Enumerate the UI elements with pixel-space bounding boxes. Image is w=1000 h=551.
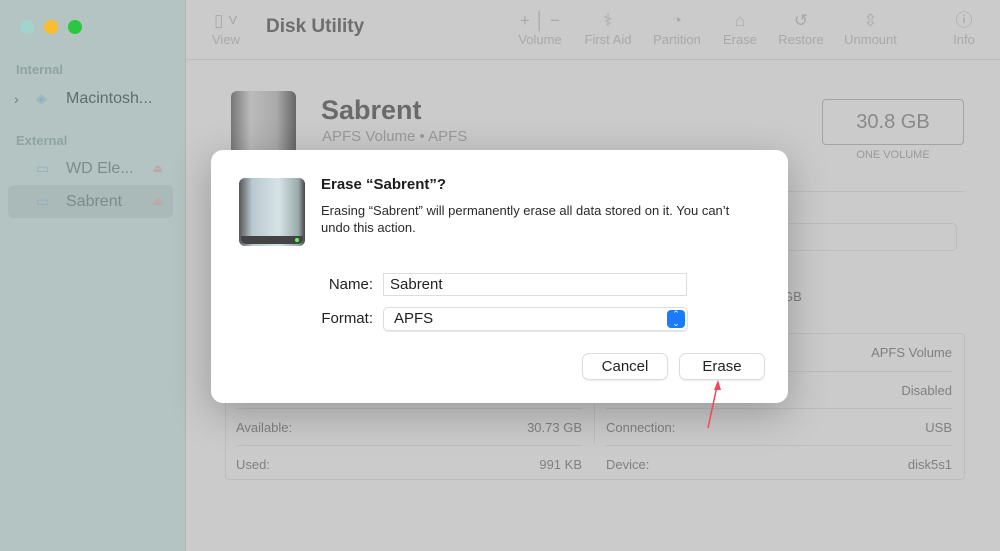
detail-label: Available: <box>236 419 293 435</box>
erase-button[interactable]: Erase <box>680 354 764 379</box>
name-label: Name: <box>328 276 373 293</box>
info-button[interactable]: ⓘ Info <box>950 10 978 47</box>
window-controls <box>20 20 82 34</box>
detail-value: USB <box>925 419 952 435</box>
dialog-title: Erase “Sabrent”? <box>321 176 447 193</box>
sidebar-item-label: Macintosh... <box>66 89 153 107</box>
layers-icon: ◈ <box>36 90 47 106</box>
detail-row: Connection: USB <box>606 408 952 445</box>
annotation-arrow <box>707 380 721 429</box>
erase-button-toolbar[interactable]: ⌂ Erase <box>722 10 758 47</box>
detail-value: 991 KB <box>539 456 582 472</box>
sidebar: Internal › ◈ Macintosh... External ▭ WD … <box>0 0 186 551</box>
eject-icon[interactable]: ⏏ <box>153 195 163 208</box>
unmount-label: Unmount <box>844 32 897 47</box>
restore-icon: ↺ <box>793 11 809 30</box>
cancel-button[interactable]: Cancel <box>583 354 667 379</box>
volume-label: Volume <box>518 32 562 47</box>
erase-dialog: Erase “Sabrent”? Erasing “Sabrent” will … <box>211 150 788 403</box>
sidebar-item-sabrent[interactable]: ▭ Sabrent ⏏ <box>8 185 173 218</box>
restore-label: Restore <box>778 32 824 47</box>
stethoscope-icon: ⚕ <box>603 11 613 30</box>
unmount-icon: ⇳ <box>863 11 878 30</box>
detail-row: Available: 30.73 GB <box>236 408 582 445</box>
pie-chart-icon: ◔ <box>671 11 683 30</box>
format-label: Format: <box>321 310 373 327</box>
view-label: View <box>212 32 240 47</box>
volume-size-label: ONE VOLUME <box>856 149 930 161</box>
drive-led <box>295 238 299 242</box>
divider <box>785 191 965 192</box>
minimize-button[interactable] <box>44 20 58 34</box>
detail-value: disk5s1 <box>907 456 952 472</box>
sidebar-item-label: WD Ele... <box>66 159 134 177</box>
view-button[interactable]: ▯ ˅ View <box>212 10 240 47</box>
drive-icon: ▭ <box>36 160 50 176</box>
section-external: External <box>16 133 68 148</box>
volume-button[interactable]: + │ − Volume <box>516 10 564 47</box>
dialog-message: Erasing “Sabrent” will permanently erase… <box>321 203 730 235</box>
detail-value: APFS Volume <box>871 345 952 360</box>
detail-label: Device: <box>606 456 650 472</box>
eject-icon[interactable]: ⏏ <box>153 162 163 175</box>
zoom-button[interactable] <box>68 20 82 34</box>
detail-label: Connection: <box>606 419 676 435</box>
sidebar-item-label: Sabrent <box>66 192 123 210</box>
detail-label: Used: <box>236 456 270 472</box>
erase-label: Erase <box>723 32 757 47</box>
drive-image <box>239 178 305 246</box>
format-select[interactable]: APFS ⌃ ⌄ <box>383 307 688 331</box>
plus-minus-icon: + │ − <box>520 11 560 30</box>
restore-button[interactable]: ↺ Restore <box>777 10 825 47</box>
first-aid-label: First Aid <box>584 32 632 47</box>
sidebar-item-wd[interactable]: ▭ WD Ele... ⏏ <box>8 152 173 185</box>
sidebar-toggle-icon: ▯ ˅ <box>213 11 238 30</box>
partition-button[interactable]: ◔ Partition <box>650 10 704 47</box>
chevron-up-down-icon: ⌃ ⌄ <box>667 310 685 328</box>
info-label: Info <box>953 32 975 47</box>
detail-row: Device: disk5s1 <box>606 445 952 482</box>
detail-row: Used: 991 KB <box>236 445 582 482</box>
app-title: Disk Utility <box>266 16 365 37</box>
sidebar-item-macintosh[interactable]: › ◈ Macintosh... <box>8 82 173 115</box>
unmount-button[interactable]: ⇳ Unmount <box>842 10 899 47</box>
volume-subtitle: APFS Volume • APFS <box>322 128 468 145</box>
detail-value: 30.73 GB <box>527 419 582 435</box>
volume-size: 30.8 GB <box>822 99 964 145</box>
volume-name: Sabrent <box>321 95 422 125</box>
drive-icon: ▭ <box>36 193 50 209</box>
capacity-bar <box>760 223 957 251</box>
info-icon: ⓘ <box>955 11 973 30</box>
partition-label: Partition <box>653 32 701 47</box>
section-internal: Internal <box>16 62 63 77</box>
first-aid-button[interactable]: ⚕ First Aid <box>582 10 634 47</box>
detail-value: Disabled <box>901 382 952 398</box>
format-value: APFS <box>394 310 434 327</box>
close-button[interactable] <box>20 20 34 34</box>
chevron-right-icon[interactable]: › <box>14 91 19 107</box>
name-input[interactable]: Sabrent <box>383 273 687 296</box>
erase-drive-icon: ⌂ <box>734 11 746 30</box>
